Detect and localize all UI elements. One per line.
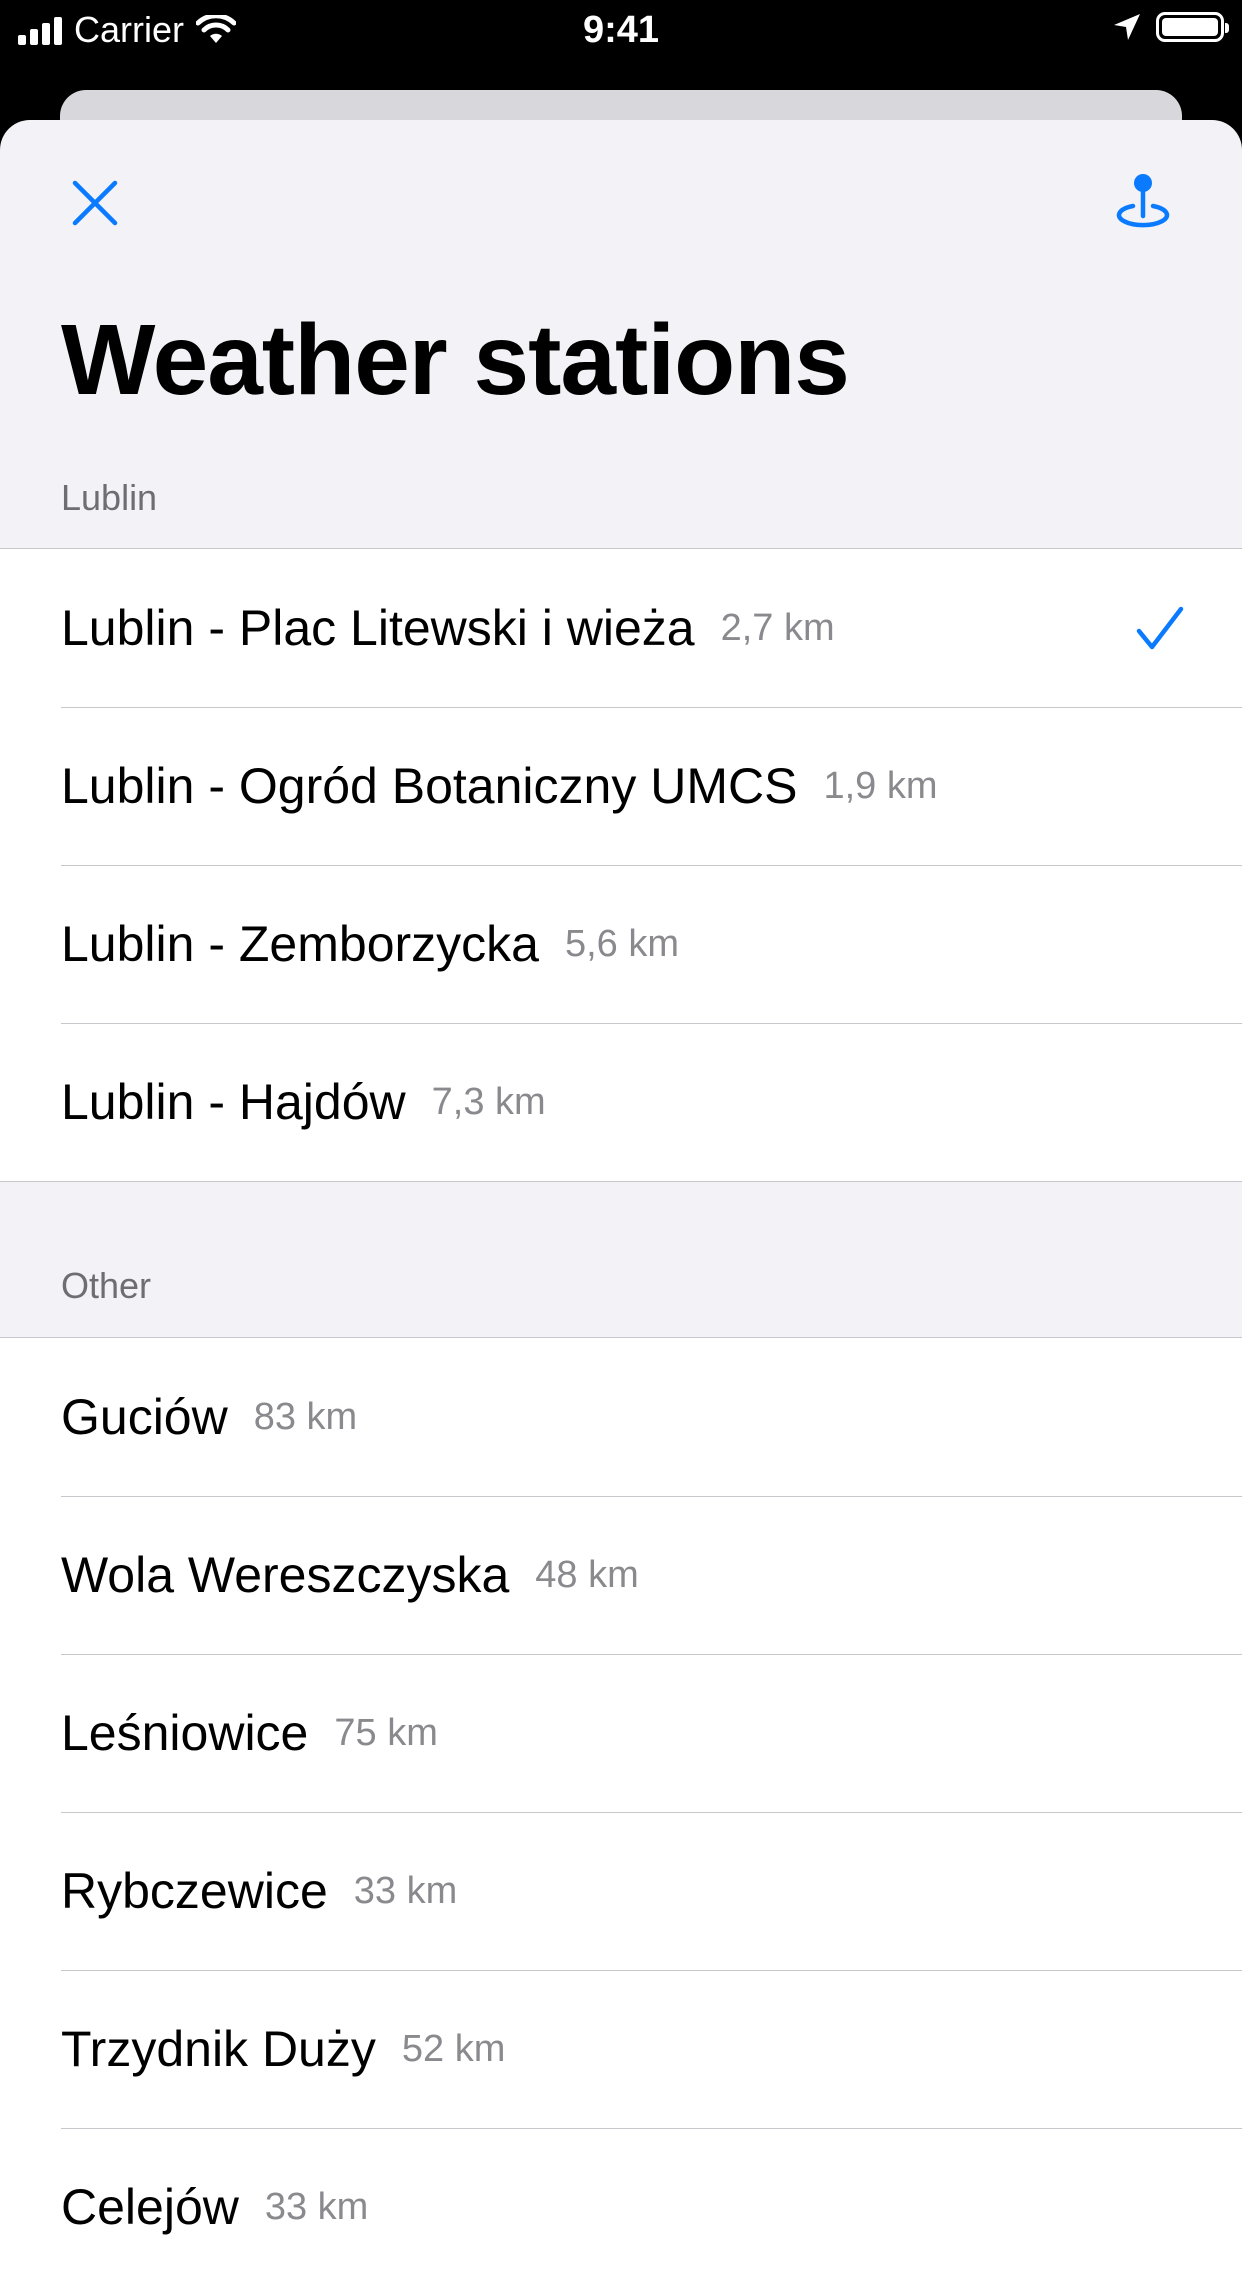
status-bar: Carrier 9:41	[0, 0, 1242, 60]
status-time: 9:41	[582, 9, 660, 51]
location-arrow-icon	[1114, 14, 1140, 40]
status-right	[1112, 12, 1229, 42]
station-row[interactable]: Trzydnik Duży 52 km	[0, 1970, 1242, 2128]
location-pin-icon[interactable]	[1113, 172, 1173, 234]
close-icon[interactable]	[70, 178, 120, 228]
page-title: Weather stations	[61, 304, 850, 416]
station-group-lublin: Lublin - Plac Litewski i wieża 2,7 km Lu…	[0, 548, 1242, 1182]
station-distance: 75 km	[334, 1712, 438, 1754]
station-name: Leśniowice	[61, 1705, 309, 1761]
station-name: Trzydnik Duży	[61, 2021, 376, 2077]
battery-icon	[1156, 12, 1229, 42]
station-name: Rybczewice	[61, 1863, 328, 1919]
station-distance: 2,7 km	[720, 607, 835, 649]
station-name: Guciów	[61, 1389, 228, 1445]
station-distance: 83 km	[253, 1396, 358, 1438]
station-row[interactable]: Lublin - Hajdów 7,3 km	[0, 1023, 1242, 1181]
station-row[interactable]: Lublin - Ogród Botaniczny UMCS 1,9 km	[0, 707, 1242, 865]
station-row[interactable]: Leśniowice 75 km	[0, 1654, 1242, 1812]
station-distance: 33 km	[264, 2186, 369, 2228]
station-name: Celejów	[61, 2179, 239, 2235]
station-name: Wola Wereszczyska	[61, 1547, 510, 1603]
station-name: Lublin - Hajdów	[61, 1074, 406, 1130]
station-distance: 7,3 km	[431, 1081, 546, 1123]
station-row[interactable]: Wola Wereszczyska 48 km	[0, 1496, 1242, 1654]
station-distance: 1,9 km	[823, 765, 938, 807]
station-distance: 5,6 km	[564, 923, 680, 965]
station-row[interactable]: Lublin - Plac Litewski i wieża 2,7 km	[0, 549, 1242, 707]
station-distance: 33 km	[353, 1870, 458, 1912]
section-header-lublin: Lublin	[61, 477, 158, 518]
station-row[interactable]: Lublin - Zemborzycka 5,6 km	[0, 865, 1242, 1023]
station-name: Lublin - Plac Litewski i wieża	[61, 600, 695, 656]
station-distance: 48 km	[535, 1554, 639, 1596]
station-distance: 52 km	[401, 2028, 506, 2070]
station-row[interactable]: Guciów 83 km	[0, 1338, 1242, 1496]
checkmark-icon	[1136, 606, 1184, 650]
station-name: Lublin - Ogród Botaniczny UMCS	[61, 758, 798, 814]
station-row[interactable]: Rybczewice 33 km	[0, 1812, 1242, 1970]
station-group-other: Guciów 83 km Wola Wereszczyska 48 km Leś…	[0, 1337, 1242, 2286]
station-row[interactable]: Celejów 33 km	[0, 2128, 1242, 2286]
station-name: Lublin - Zemborzycka	[61, 916, 539, 972]
section-header-other: Other	[61, 1265, 152, 1306]
